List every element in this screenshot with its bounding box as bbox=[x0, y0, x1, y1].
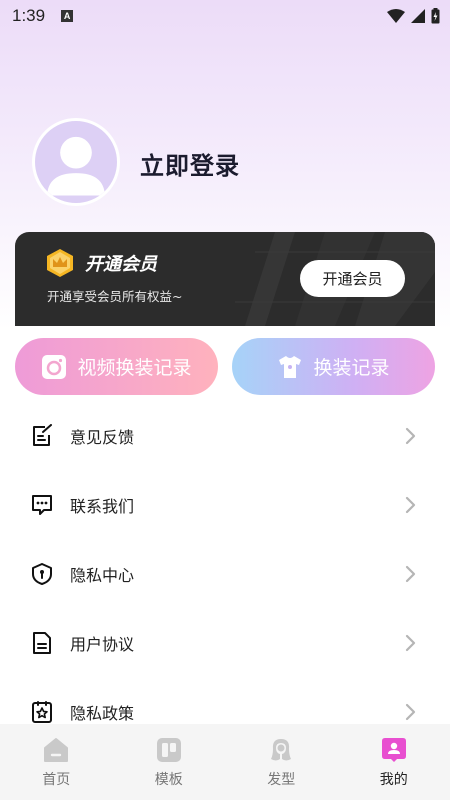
signal-icon bbox=[411, 9, 425, 23]
crown-badge-icon bbox=[47, 249, 73, 277]
menu-label: 用户协议 bbox=[70, 634, 135, 654]
menu-label: 隐私政策 bbox=[70, 703, 135, 723]
bottom-navigation: 首页 模板 发型 我的 bbox=[0, 724, 450, 800]
tshirt-icon bbox=[279, 355, 302, 378]
login-link[interactable]: 立即登录 bbox=[140, 146, 240, 181]
menu-label: 联系我们 bbox=[70, 496, 135, 516]
vip-card[interactable]: 开通会员 开通享受会员所有权益~ 开通会员 bbox=[15, 232, 435, 326]
outfit-record-label: 换装记录 bbox=[313, 357, 390, 379]
user-avatar-icon[interactable] bbox=[32, 118, 120, 206]
vip-title: 开通会员 bbox=[85, 254, 157, 275]
chevron-right-icon bbox=[405, 634, 416, 651]
chevron-right-icon bbox=[405, 565, 416, 582]
vip-subtitle: 开通享受会员所有权益~ bbox=[47, 289, 183, 304]
nav-home[interactable]: 首页 bbox=[0, 724, 113, 800]
status-bar: 1:39 A bbox=[0, 0, 450, 32]
feedback-icon bbox=[33, 423, 52, 446]
home-icon bbox=[44, 738, 69, 762]
menu-item-contact[interactable]: 联系我们 bbox=[0, 470, 450, 539]
menu-item-user-agreement[interactable]: 用户协议 bbox=[0, 608, 450, 677]
nav-hairstyle[interactable]: 发型 bbox=[225, 724, 338, 800]
menu-label: 意见反馈 bbox=[70, 427, 135, 447]
nav-label: 首页 bbox=[42, 772, 71, 788]
nav-profile[interactable]: 我的 bbox=[338, 724, 450, 800]
battery-icon bbox=[431, 8, 440, 24]
outfit-record-button[interactable]: 换装记录 bbox=[232, 338, 435, 395]
wifi-icon bbox=[387, 9, 405, 23]
hairstyle-icon bbox=[271, 739, 292, 761]
chevron-right-icon bbox=[405, 496, 416, 513]
video-outfit-record-button[interactable]: 视频换装记录 bbox=[15, 338, 218, 395]
a-icon: A bbox=[61, 10, 74, 22]
profile-icon bbox=[381, 738, 406, 762]
document-icon bbox=[33, 631, 51, 654]
shield-icon bbox=[32, 562, 52, 585]
nav-label: 我的 bbox=[379, 772, 408, 788]
nav-template[interactable]: 模板 bbox=[113, 724, 226, 800]
nav-label: 发型 bbox=[267, 772, 296, 788]
chevron-right-icon bbox=[405, 427, 416, 444]
template-icon bbox=[156, 738, 181, 762]
policy-icon bbox=[32, 700, 52, 723]
camera-icon bbox=[42, 354, 67, 379]
chat-icon bbox=[32, 494, 52, 515]
chevron-right-icon bbox=[405, 703, 416, 720]
menu-label: 隐私中心 bbox=[70, 565, 135, 585]
menu-item-privacy-center[interactable]: 隐私中心 bbox=[0, 539, 450, 608]
video-record-label: 视频换装记录 bbox=[77, 357, 192, 379]
nav-label: 模板 bbox=[154, 772, 183, 788]
status-time: 1:39 bbox=[12, 6, 46, 25]
open-vip-button[interactable]: 开通会员 bbox=[300, 260, 405, 297]
menu-item-feedback[interactable]: 意见反馈 bbox=[0, 401, 450, 470]
